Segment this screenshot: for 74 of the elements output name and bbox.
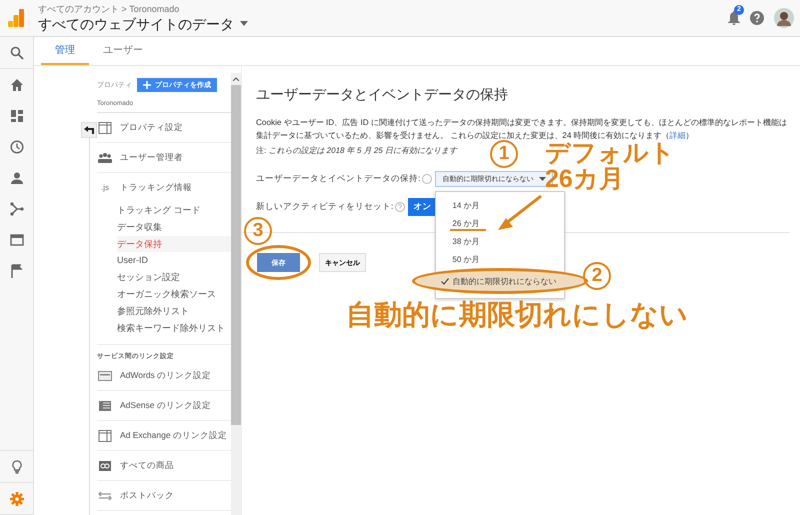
dropdown-option[interactable]: 26 か月 [436, 214, 564, 232]
avatar-icon[interactable] [774, 8, 794, 28]
submenu-item[interactable]: データ収集 [117, 218, 231, 236]
field-label: ユーザーデータとイベントデータの保持: [256, 173, 420, 185]
home-icon[interactable] [10, 78, 24, 92]
card-icon [98, 370, 112, 382]
flag-icon[interactable] [10, 264, 24, 278]
option-label: 自動的に期限切れにならない [452, 276, 556, 286]
tab[interactable]: ユーザー [89, 37, 157, 65]
tab[interactable]: 管理 [41, 37, 89, 65]
square-icon [98, 430, 112, 442]
submenu-item[interactable]: 検索キーワード除外リスト [117, 320, 231, 336]
menu-item[interactable]: すべての商品 [120, 460, 174, 472]
lightbulb-icon[interactable] [10, 460, 24, 474]
analytics-logo-icon [8, 9, 24, 27]
annotation-caption: 自動的に期限切れにしない [346, 298, 688, 332]
section-title: ユーザーデータとイベントデータの保持 [256, 86, 509, 104]
submenu-item[interactable]: User-ID [117, 252, 231, 270]
scrollbar[interactable] [231, 73, 241, 515]
option-label: 14 か月 [451, 200, 480, 210]
search-icon[interactable] [10, 46, 24, 60]
annotation-text: デフォルト [545, 140, 675, 166]
menu-item[interactable]: プロパティ設定 [120, 122, 183, 134]
submenu-item[interactable]: データ保持 [117, 236, 231, 252]
submenu-item[interactable]: オーガニック検索ソース [117, 286, 231, 303]
option-label: 50 か月 [451, 254, 480, 264]
scroll-up-icon[interactable] [233, 77, 239, 81]
on-toggle-button[interactable]: オン [408, 198, 436, 216]
menu-item[interactable]: Ad Exchange のリンク設定 [120, 430, 227, 442]
submenu-item[interactable]: トラッキング コード [117, 202, 231, 219]
person-icon[interactable] [10, 170, 24, 184]
caret-icon [240, 21, 248, 26]
annotation-arrow [497, 194, 543, 232]
panel-icon [98, 400, 112, 412]
menu-item[interactable]: ユーザー管理者 [120, 152, 183, 164]
dropdown-option[interactable]: 自動的に期限切れにならない [412, 268, 588, 294]
field-label: 新しいアクティビティをリセット: [256, 201, 394, 213]
branch-icon[interactable] [10, 202, 24, 216]
menu-item[interactable]: ポストバック [120, 490, 174, 502]
infinity-icon [98, 460, 112, 472]
caret-icon [539, 177, 546, 181]
view-selector[interactable]: すべてのウェブサイトのデータ [38, 14, 248, 32]
description-text: Cookie やユーザー ID、広告 ID に関連付けて送ったデータの保持期間は変更できます。保持期間を変更しても、ほとんどの標準的なレポート機能は集計データに基づいているため、影響を受けません。 これらの設定に加えた変更は、24 時間後に有効になります（詳細） [256, 117, 788, 142]
menu-item[interactable]: AdWords のリンク設定 [120, 370, 212, 382]
submenu-item[interactable]: セッション設定 [117, 269, 231, 286]
underline-mark [450, 229, 486, 231]
bell-icon[interactable] [728, 11, 740, 25]
dropdown-option[interactable]: 38 か月 [436, 232, 564, 250]
step-marker: 1 [490, 140, 518, 168]
option-label: 26 か月 [451, 218, 480, 228]
back-button[interactable] [81, 122, 97, 138]
step-marker: 3 [244, 217, 272, 245]
dashboard-icon[interactable] [10, 108, 24, 122]
back-arrow-icon [84, 126, 94, 134]
settings-icon[interactable] [10, 492, 24, 506]
square-icon [98, 122, 112, 134]
note-text: 注: これらの設定は 2018 年 5 月 25 日に有効になります [256, 146, 457, 156]
details-link[interactable]: 詳細 [670, 130, 686, 140]
dropdown-option[interactable]: 50 か月 [436, 250, 564, 268]
dropdown-option[interactable]: 14 か月 [436, 196, 564, 214]
check-icon [441, 278, 450, 284]
scroll-thumb[interactable] [231, 85, 241, 425]
step-marker: 2 [583, 262, 611, 290]
submenu-item[interactable]: 参照元除外リスト [117, 302, 231, 320]
breadcrumb[interactable]: すべてのアカウント > Toronomado [38, 4, 248, 14]
menu-item[interactable]: トラッキング情報 [120, 182, 192, 194]
js-icon: .js [101, 183, 109, 192]
plus-icon [143, 81, 151, 89]
arrows-icon [98, 490, 112, 502]
browser-window-icon[interactable] [10, 232, 24, 246]
option-label: 38 か月 [451, 236, 480, 246]
people-icon [98, 152, 112, 164]
clock-icon[interactable] [10, 140, 24, 154]
menu-item[interactable]: AdSense のリンク設定 [120, 400, 211, 412]
